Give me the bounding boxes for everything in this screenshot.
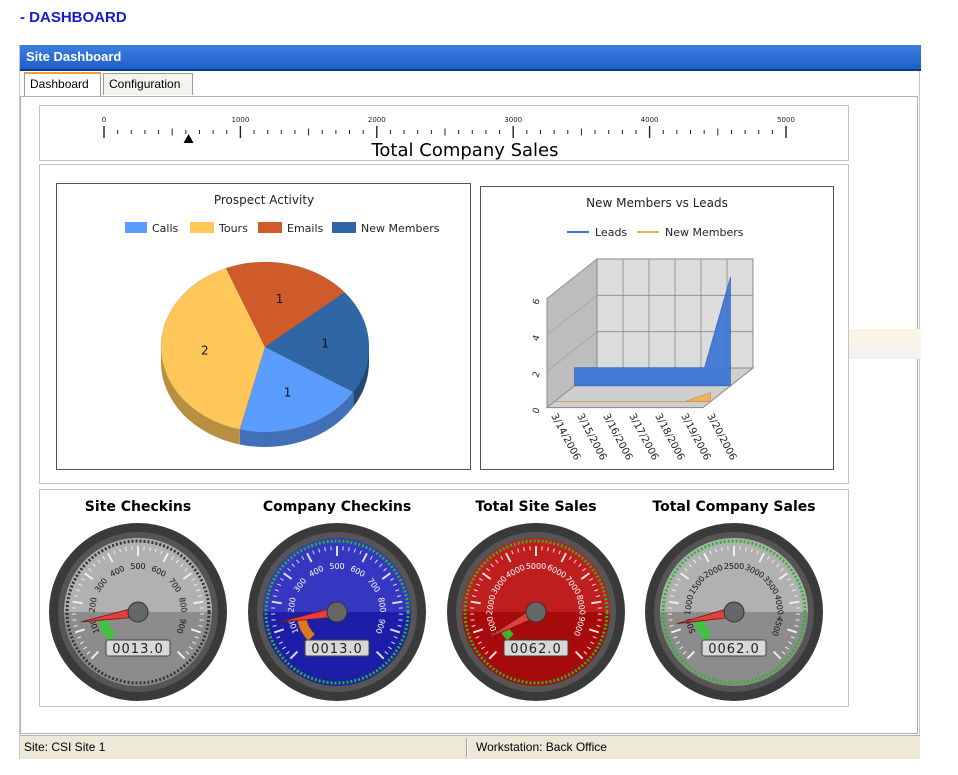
y-tick-label: 0 bbox=[531, 406, 542, 415]
sales-scale-panel: 0 1000 2000 3000 4000 5000 Total Company Sales bbox=[39, 105, 849, 161]
sales-scale: 0 1000 2000 3000 4000 5000 Total Company Sales bbox=[102, 116, 795, 160]
gauge-tick bbox=[470, 619, 475, 621]
legend-swatch bbox=[332, 222, 356, 233]
legend-swatch bbox=[190, 222, 214, 233]
gauges-panel: Site Checkins 100 200 300 400 500 600 700 800 900… bbox=[39, 489, 849, 707]
page-root: { "page": { "heading": "- DASHBOARD" }, … bbox=[0, 0, 958, 775]
gauge-hub bbox=[723, 601, 745, 623]
gauge-hub bbox=[326, 601, 348, 623]
pie-data-label: 1 bbox=[321, 337, 329, 351]
status-divider bbox=[466, 738, 468, 757]
prospect-activity-chart: Prospect Activity Calls Tours Emails New Mem… bbox=[56, 183, 471, 470]
scale-tick-label: 0 bbox=[102, 116, 106, 124]
gauge-title: Site Checkins bbox=[85, 499, 191, 515]
gauge-tick bbox=[199, 619, 204, 621]
gauge-label: 500 bbox=[130, 562, 145, 571]
area-title: New Members vs Leads bbox=[586, 196, 728, 210]
pie-data-label: 2 bbox=[201, 343, 209, 357]
gauge-tick bbox=[668, 619, 673, 621]
y-tick-label: 2 bbox=[531, 370, 542, 379]
status-workstation: Workstation: Back Office bbox=[476, 740, 607, 754]
gauge-hub bbox=[127, 601, 149, 623]
y-tick-label: 4 bbox=[531, 334, 542, 343]
scale-title: Total Company Sales bbox=[370, 140, 558, 160]
gauge-label: 5000 bbox=[526, 562, 546, 571]
status-site: Site: CSI Site 1 bbox=[24, 740, 106, 754]
dashboard-window: Site Dashboard Dashboard Configuration 0… bbox=[19, 45, 921, 759]
gauge-tick bbox=[72, 619, 77, 621]
scale-tick-label: 3000 bbox=[504, 116, 522, 124]
background-strip bbox=[849, 329, 921, 359]
gauge-title: Total Company Sales bbox=[652, 499, 815, 515]
charts-panel: Prospect Activity Calls Tours Emails New Mem… bbox=[39, 164, 849, 484]
legend-label: New Members bbox=[665, 226, 744, 239]
gauge-title: Total Site Sales bbox=[475, 499, 596, 515]
scale-tick-label: 2000 bbox=[368, 116, 386, 124]
window-titlebar: Site Dashboard bbox=[20, 45, 921, 71]
legend-label: Calls bbox=[152, 222, 179, 235]
tab-configuration[interactable]: Configuration bbox=[103, 73, 193, 95]
window-title: Site Dashboard bbox=[26, 49, 122, 64]
gauge-odometer: 0013.0 bbox=[112, 642, 164, 657]
pie-data-label: 1 bbox=[284, 386, 292, 400]
gauge-tick bbox=[271, 619, 276, 621]
scale-tick-label: 4000 bbox=[641, 116, 659, 124]
legend-label: New Members bbox=[361, 222, 440, 235]
gauge-odometer: 0013.0 bbox=[311, 642, 363, 657]
legend-label: Leads bbox=[595, 226, 627, 239]
pie-title: Prospect Activity bbox=[214, 193, 314, 207]
gauge-tick bbox=[795, 619, 800, 621]
pie-data-label: 1 bbox=[276, 292, 284, 306]
legend-label: Emails bbox=[287, 222, 324, 235]
gauge-label: 2500 bbox=[724, 562, 744, 571]
gauge-title: Company Checkins bbox=[263, 499, 411, 515]
dashboard-content: 0 1000 2000 3000 4000 5000 Total Company Sales… bbox=[20, 96, 921, 734]
scale-marker bbox=[183, 134, 194, 143]
gauge-odometer: 0062.0 bbox=[510, 642, 562, 657]
legend-swatch bbox=[125, 222, 147, 233]
gauge-tick bbox=[398, 619, 403, 621]
tab-dashboard[interactable]: Dashboard bbox=[24, 72, 101, 96]
page-heading: - DASHBOARD bbox=[20, 9, 127, 26]
gauge-odometer: 0062.0 bbox=[708, 642, 760, 657]
members-vs-leads-chart: New Members vs Leads Leads New Members 0 2 4 6… bbox=[480, 186, 834, 470]
gauge-hub bbox=[525, 601, 547, 623]
status-bar: Site: CSI Site 1 Workstation: Back Offic… bbox=[20, 735, 920, 759]
scale-tick-label: 5000 bbox=[777, 116, 795, 124]
legend-swatch bbox=[258, 222, 282, 233]
scale-tick-label: 1000 bbox=[231, 116, 249, 124]
gauge-label: 500 bbox=[329, 562, 344, 571]
gauge-tick bbox=[597, 619, 602, 621]
legend-label: Tours bbox=[218, 222, 248, 235]
y-tick-label: 6 bbox=[531, 297, 542, 306]
